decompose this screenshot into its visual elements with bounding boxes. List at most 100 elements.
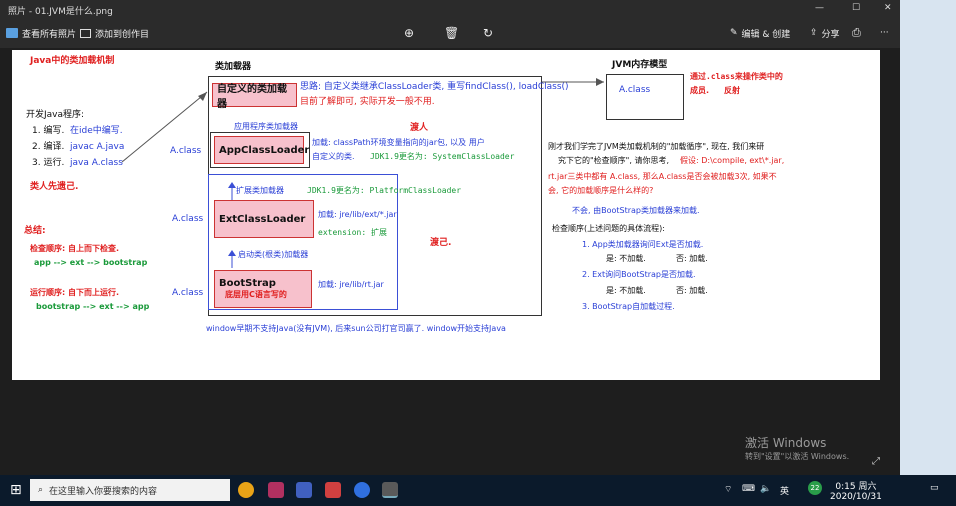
- clock-date: 2020/10/31: [830, 492, 882, 502]
- chrome-icon[interactable]: [238, 482, 254, 498]
- custom-loader-box: 自定义的类加载器: [212, 83, 297, 110]
- view-all-label: 查看所有照片: [22, 29, 77, 40]
- app-icon-4[interactable]: [354, 482, 370, 498]
- flow-step-2: 2. Ext询问BootStrap是否加载.: [582, 270, 696, 279]
- photos-icon: [6, 28, 18, 38]
- minimize-button[interactable]: —: [815, 3, 824, 13]
- action-center-icon[interactable]: ▭: [930, 483, 939, 493]
- flow-title: 检查顺序(上述问题的具体流程):: [552, 224, 665, 233]
- ext-desc-2: extension: 扩展: [318, 228, 387, 237]
- window-title: 照片 - 01.JVM是什么.png: [8, 7, 113, 17]
- ext-desc-1: 加载: jre/lib/ext/*.jar: [318, 210, 397, 219]
- taskbar: ⊞ ⌕ 在这里输入你要搜索的内容 ⌔ ⌨ 🔈 英 22 0:15 周六 2020…: [0, 475, 956, 506]
- app-desc-1: 加载: classPath环境变量指向的jar包, 以及 用户: [312, 138, 485, 147]
- custom-loader-label: 自定义的类加载器: [217, 84, 287, 110]
- windows-start-icon[interactable]: ⊞: [10, 482, 22, 498]
- loader-header: 类加载器: [215, 62, 252, 72]
- share-button[interactable]: ⇪ 分享: [810, 23, 840, 43]
- windows-note: window早期不支持Java(没有JVM), 后来sun公司打官司赢了. wi…: [206, 324, 506, 333]
- step-1: 1. 编写.: [32, 126, 65, 136]
- app-icon-2[interactable]: [296, 482, 312, 498]
- desktop-background: [900, 0, 956, 475]
- fullscreen-icon[interactable]: ⤢: [872, 456, 880, 467]
- view-all-photos-button[interactable]: 查看所有照片: [6, 23, 76, 43]
- flow-step-1: 1. App类加载器询问Ext是否加载.: [582, 240, 704, 249]
- taskbar-search-box[interactable]: ⌕ 在这里输入你要搜索的内容: [30, 479, 230, 501]
- album-icon: [80, 28, 91, 38]
- run-order: 运行顺序: 自下而上运行.: [30, 288, 120, 297]
- question-line-2: 究下它的"检查顺序", 请你思考,: [558, 156, 669, 165]
- search-placeholder: 在这里输入你要搜索的内容: [49, 486, 158, 497]
- ime-mode-icon[interactable]: ⌨: [742, 484, 755, 494]
- boot-note: 底层用C语言写的: [225, 290, 287, 299]
- step-3: 3. 运行.: [32, 158, 65, 168]
- trash-icon: 🗑: [444, 26, 460, 40]
- print-icon: ⎙: [852, 26, 861, 39]
- flow-step-2-no: 否: 加载.: [676, 286, 708, 295]
- maximize-button[interactable]: ☐: [852, 3, 860, 13]
- question-line-4: 会, 它的加载顺序是什么样的?: [548, 186, 654, 195]
- check-order: 检查顺序: 自上而下检查.: [30, 244, 120, 253]
- photos-app-icon[interactable]: [382, 482, 398, 498]
- ext-loader-title: 扩展类加载器: [236, 186, 284, 195]
- print-button[interactable]: ⎙: [852, 23, 861, 43]
- add-to-creation-label: 添加到创作目: [95, 29, 150, 40]
- edit-create-label: 编辑 & 创建: [741, 29, 791, 40]
- flow-step-3: 3. BootStrap自加载过程.: [582, 302, 675, 311]
- answer-line: 不会, 由BootStrap类加载器来加载.: [572, 206, 700, 215]
- activation-watermark: 激活 Windows 转到"设置"以激活 Windows.: [745, 434, 849, 462]
- self-note: 渡己.: [430, 238, 452, 248]
- image-viewer-canvas: Java中的类加载机制 开发Java程序: 1. 编写. 在ide中编写. 2.…: [0, 48, 900, 475]
- zoom-button[interactable]: ⊕: [404, 23, 414, 43]
- edit-icon: ✎: [730, 28, 738, 38]
- app-loader-label: AppClassLoader: [219, 144, 310, 156]
- question-line-1: 刚才我们学完了JVM类加载机制的"加载循序", 现在, 我们来研: [548, 142, 765, 151]
- more-button[interactable]: ···: [880, 23, 889, 43]
- jvm-arrow: [542, 78, 604, 86]
- app-loader-title: 应用程序类加载器: [234, 122, 298, 131]
- share-icon: ⇪: [810, 28, 818, 38]
- slide-heading: Java中的类加载机制: [30, 56, 115, 66]
- boot-desc: 加载: jre/lib/rt.jar: [318, 280, 384, 289]
- app-icon-1[interactable]: [268, 482, 284, 498]
- step-2: 2. 编译.: [32, 142, 65, 152]
- custom-desc-2: 目前了解即可, 实际开发一般不用.: [300, 97, 435, 107]
- aclass-label-boot: A.class: [172, 288, 204, 298]
- app-desc-2: 自定义的类.: [312, 152, 355, 161]
- watermark-subtitle: 转到"设置"以激活 Windows.: [745, 452, 850, 461]
- delete-button[interactable]: 🗑: [444, 23, 459, 43]
- dev-title: 开发Java程序:: [26, 110, 85, 120]
- check-path: app --> ext --> bootstrap: [34, 258, 148, 267]
- zoom-icon: ⊕: [404, 26, 415, 40]
- run-path: bootstrap --> ext --> app: [36, 302, 150, 311]
- app-icon-3[interactable]: [325, 482, 341, 498]
- volume-icon[interactable]: 🔈: [760, 484, 771, 494]
- jvm-aclass: A.class: [619, 85, 651, 95]
- close-button[interactable]: ✕: [884, 3, 892, 13]
- flow-step-1-yes: 是: 不加载.: [606, 254, 646, 263]
- rotate-button[interactable]: ↻: [483, 23, 493, 43]
- notify-badge[interactable]: 22: [808, 481, 822, 495]
- jvm-note-1: 通过.class来操作类中的: [690, 72, 783, 81]
- custom-desc-1: 思路: 自定义类继承ClassLoader类, 重写findClass(), l…: [300, 82, 569, 92]
- jvm-note-2: 成员.: [690, 86, 710, 95]
- jvm-note-3: 反射: [724, 86, 740, 95]
- jvm-model-box: A.class: [606, 74, 684, 120]
- jvm-model-title: JVM内存模型: [612, 60, 668, 70]
- app-loader-box: AppClassLoader: [214, 136, 309, 164]
- ext-jdk9-note: JDK1.9更名为: PlatformClassLoader: [307, 186, 462, 195]
- edit-create-button[interactable]: ✎ 编辑 & 创建: [730, 23, 790, 43]
- run-arrow: [121, 91, 208, 163]
- ime-indicator[interactable]: 英: [780, 484, 789, 497]
- add-to-creation-button[interactable]: 添加到创作目: [80, 23, 149, 43]
- boot-loader-label: BootStrap: [219, 278, 276, 289]
- rotate-icon: ↻: [483, 26, 494, 40]
- clock[interactable]: 0:15 周六 2020/10/31: [830, 479, 882, 502]
- load-first-note: 类人先遗己.: [30, 182, 79, 192]
- wifi-icon[interactable]: ⌔: [724, 484, 732, 495]
- question-line-3: rt.jar三类中都有 A.class, 那么A.class是否会被加载3次, …: [548, 172, 777, 181]
- summary-title: 总结:: [24, 226, 46, 236]
- app-jdk9-note: JDK1.9更名为: SystemClassLoader: [370, 152, 515, 161]
- search-icon: ⌕: [38, 485, 44, 495]
- aclass-label-ext: A.class: [172, 214, 204, 224]
